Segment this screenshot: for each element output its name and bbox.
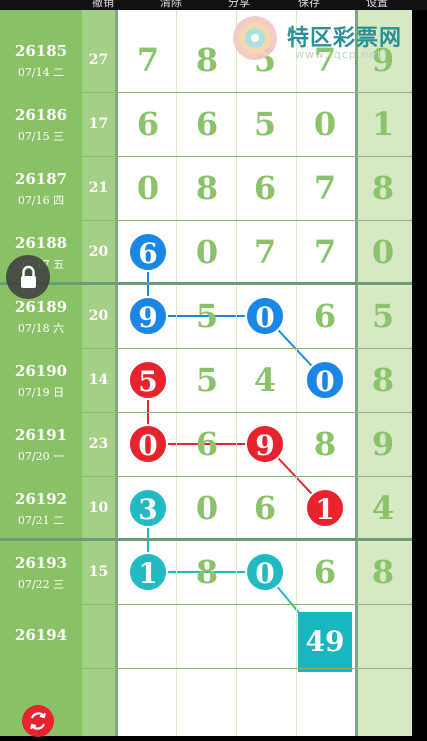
- blue-ball[interactable]: 0: [245, 296, 285, 336]
- undo-button[interactable]: 撤销: [92, 0, 114, 10]
- digit-cell[interactable]: 6: [178, 425, 236, 463]
- row-divider: [0, 412, 412, 413]
- row-divider: [0, 282, 412, 285]
- issue-date: 07/15 三: [17, 130, 65, 143]
- digit-cell[interactable]: 8: [178, 553, 236, 591]
- sum-value: 14: [88, 372, 109, 388]
- sum-value: 21: [88, 180, 109, 196]
- digit-cell[interactable]: 6: [178, 105, 236, 143]
- issue-number: 26192: [14, 490, 68, 508]
- issue-date: 07/22 三: [17, 578, 65, 591]
- teal-ball[interactable]: 3: [128, 488, 168, 528]
- last-digit-cell: 0: [371, 233, 395, 271]
- issue-date: 07/20 一: [17, 450, 65, 463]
- digit-cell[interactable]: 8: [178, 169, 236, 207]
- digit-cell[interactable]: 0: [178, 233, 236, 271]
- digit-cell[interactable]: 0: [178, 489, 236, 527]
- digit-cell[interactable]: 5: [178, 361, 236, 399]
- last-digit-cell: 8: [371, 169, 395, 207]
- column-divider: [115, 10, 118, 736]
- blue-ball[interactable]: 6: [128, 232, 168, 272]
- last-digit-cell: 8: [371, 361, 395, 399]
- row-divider: [0, 92, 412, 93]
- teal-ball[interactable]: 0: [245, 552, 285, 592]
- issue-date: 07/21 二: [17, 514, 65, 527]
- red-ball[interactable]: 5: [128, 360, 168, 400]
- clear-button[interactable]: 清除: [160, 0, 182, 10]
- row-divider: [0, 538, 412, 541]
- issue-number: 26188: [14, 234, 68, 252]
- watermark-url: www.tqcp.net: [295, 48, 383, 61]
- digit-cell[interactable]: 6: [119, 105, 177, 143]
- last-digit-cell: 4: [371, 489, 395, 527]
- issue-number: 26189: [14, 298, 68, 316]
- refresh-icon[interactable]: [22, 705, 54, 737]
- special-number-box[interactable]: 49: [298, 612, 352, 672]
- digit-cell[interactable]: 6: [236, 489, 294, 527]
- digit-cell[interactable]: 6: [296, 553, 354, 591]
- digit-cell[interactable]: 5: [236, 105, 294, 143]
- issue-number: 26190: [14, 362, 68, 380]
- sum-value: 17: [88, 116, 109, 132]
- blue-ball[interactable]: 9: [128, 296, 168, 336]
- sum-value: 23: [88, 436, 109, 452]
- red-ball[interactable]: 0: [128, 424, 168, 464]
- last-digit-cell: 9: [371, 425, 395, 463]
- sum-value: 20: [88, 244, 109, 260]
- row-divider: [0, 348, 412, 349]
- save-button[interactable]: 保存: [298, 0, 320, 10]
- row-divider: [0, 476, 412, 477]
- settings-button[interactable]: 设置: [366, 0, 388, 10]
- row-divider: [0, 156, 412, 157]
- red-ball[interactable]: 9: [245, 424, 285, 464]
- sum-value: 27: [88, 52, 109, 68]
- lock-icon[interactable]: [6, 255, 50, 299]
- digit-cell[interactable]: 7: [236, 233, 294, 271]
- issue-date: 07/19 日: [17, 386, 65, 399]
- digit-cell[interactable]: 0: [119, 169, 177, 207]
- issue-number: 26185: [14, 42, 68, 60]
- digit-cell[interactable]: 5: [178, 297, 236, 335]
- digit-cell[interactable]: 8: [296, 425, 354, 463]
- sum-value: 15: [88, 564, 109, 580]
- issue-date: 07/14 二: [17, 66, 65, 79]
- issue-number: 26193: [14, 554, 68, 572]
- digit-cell[interactable]: 7: [296, 233, 354, 271]
- share-button[interactable]: 分享: [228, 0, 250, 10]
- last-digit-cell: 5: [371, 297, 395, 335]
- digit-cell[interactable]: 4: [236, 361, 294, 399]
- last-digit-cell: 8: [371, 553, 395, 591]
- teal-ball[interactable]: 1: [128, 552, 168, 592]
- row-divider: [0, 220, 412, 221]
- trend-chart: 49 26185 07/14 二 27 7 8 5 7 9 26186 07/15 三 17 6 6 5 0…: [0, 10, 412, 736]
- row-divider: [0, 604, 412, 605]
- issue-number: 26186: [14, 106, 68, 124]
- digit-cell[interactable]: 7: [119, 41, 177, 79]
- issue-date: 07/18 六: [17, 322, 65, 335]
- toolbar: 撤销 清除 分享 保存 设置: [0, 0, 427, 10]
- issue-number: 26187: [14, 170, 68, 188]
- sum-value: 10: [88, 500, 109, 516]
- red-ball[interactable]: 1: [305, 488, 345, 528]
- blue-ball[interactable]: 0: [305, 360, 345, 400]
- issue-date: 07/16 四: [17, 194, 65, 207]
- digit-cell[interactable]: 6: [296, 297, 354, 335]
- issue-number: 26191: [14, 426, 68, 444]
- digit-cell[interactable]: 0: [296, 105, 354, 143]
- digit-cell[interactable]: 7: [296, 169, 354, 207]
- issue-number: 26194: [14, 626, 68, 644]
- watermark-logo-icon: [233, 16, 277, 60]
- digit-cell[interactable]: 6: [236, 169, 294, 207]
- row-divider: [0, 668, 412, 669]
- watermark: 特区彩票网 www.tqcp.net: [225, 10, 425, 65]
- last-digit-cell: 1: [371, 105, 395, 143]
- sum-value: 20: [88, 308, 109, 324]
